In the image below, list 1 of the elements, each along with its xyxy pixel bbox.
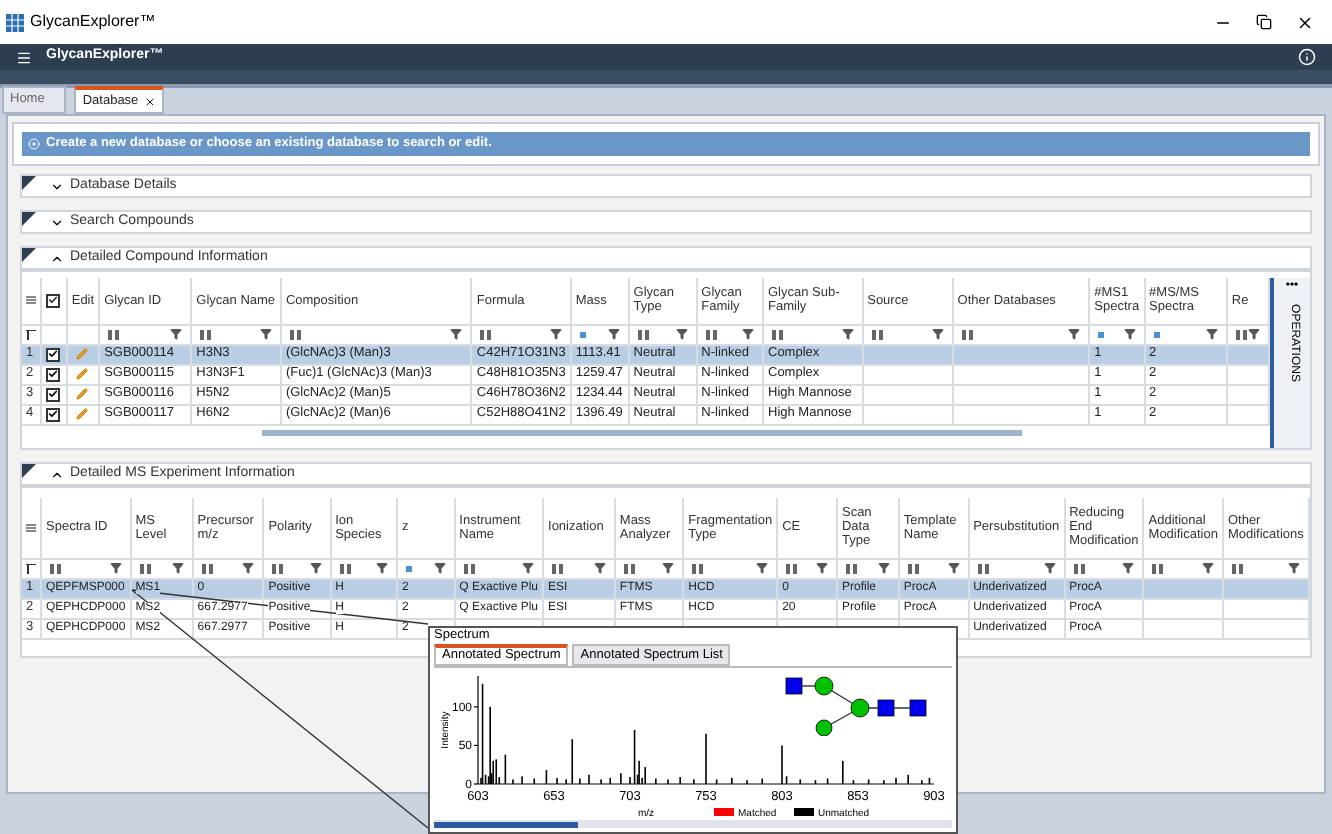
window-title: GlycanExplorer™: [30, 10, 156, 34]
